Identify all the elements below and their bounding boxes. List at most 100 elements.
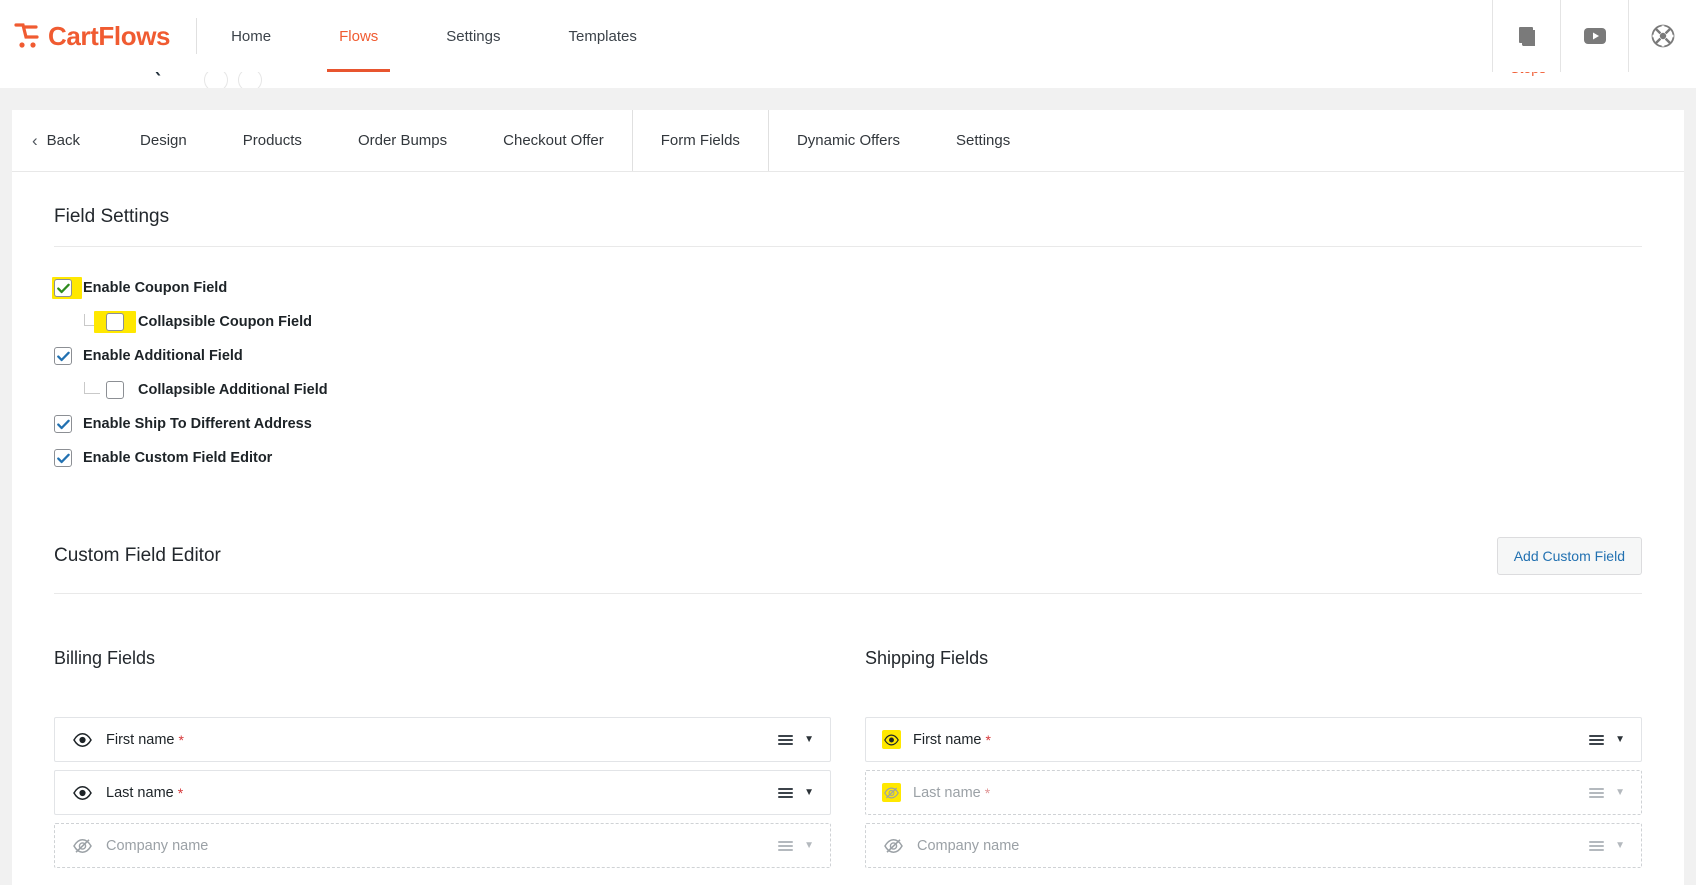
custom-field-editor-title: Custom Field Editor (54, 545, 221, 566)
label-collapsible-coupon-field: Collapsible Coupon Field (138, 314, 312, 330)
row-enable-additional-field[interactable]: Enable Additional Field (54, 339, 1642, 373)
shipping-field-list: First name * ▼ Last name * ▼ Company nam… (865, 717, 1642, 868)
eye-icon[interactable] (882, 730, 901, 749)
top-navigation-bar: CartFlows Home Flows Settings Templates (0, 0, 1696, 72)
label-enable-custom-field-editor: Enable Custom Field Editor (83, 450, 273, 466)
tab-form-fields-label: Form Fields (660, 132, 740, 149)
tab-settings-label: Settings (956, 132, 1011, 149)
nav-item-home[interactable]: Home (197, 0, 305, 72)
flow-title: Checkout (Woo) (30, 72, 225, 77)
checkbox-enable-additional-field[interactable] (54, 347, 72, 365)
chevron-down-icon[interactable]: ▼ (1615, 787, 1625, 798)
nav-item-settings-label: Settings (446, 27, 501, 45)
tab-form-fields[interactable]: Form Fields (631, 110, 769, 171)
flow-badge-2 (238, 72, 262, 88)
billing-row-controls: ▼ (778, 787, 814, 798)
eye-slash-icon[interactable] (73, 836, 92, 855)
checkbox-enable-coupon-field[interactable] (54, 279, 72, 297)
chevron-down-icon[interactable]: ▼ (804, 840, 814, 851)
row-enable-ship-to-different-address[interactable]: Enable Ship To Different Address (54, 407, 1642, 441)
billing-row-company-name[interactable]: Company name ▼ (54, 823, 831, 868)
nav-item-home-label: Home (231, 27, 272, 45)
docs-icon[interactable] (1492, 0, 1560, 72)
drag-handle-icon[interactable] (1589, 840, 1605, 851)
label-collapsible-additional-field: Collapsible Additional Field (138, 382, 328, 398)
flow-badge-1 (204, 72, 228, 88)
required-asterisk: * (178, 731, 184, 748)
flow-step-arrows[interactable]: ‹ › (1597, 72, 1678, 76)
tab-design-label: Design (140, 132, 187, 149)
shipping-row-company-name[interactable]: Company name ▼ (865, 823, 1642, 868)
required-asterisk: * (984, 784, 991, 801)
checkbox-enable-ship-to-different-address[interactable] (54, 415, 72, 433)
support-icon[interactable] (1628, 0, 1696, 72)
shipping-row-controls: ▼ (1589, 734, 1625, 745)
drag-handle-icon[interactable] (778, 840, 794, 851)
top-icon-group (1492, 0, 1696, 72)
tab-checkout-offer[interactable]: Checkout Offer (475, 110, 632, 171)
billing-fields-title: Billing Fields (54, 648, 156, 668)
brand[interactable]: CartFlows (0, 0, 196, 72)
tab-products[interactable]: Products (215, 110, 330, 171)
shipping-first-name-label: First name (913, 731, 982, 748)
add-custom-field-button[interactable]: Add Custom Field (1496, 537, 1642, 575)
tab-dynamic-offers-label: Dynamic Offers (796, 132, 901, 149)
drag-handle-icon[interactable] (1589, 787, 1605, 798)
eye-icon[interactable] (73, 783, 92, 802)
chevron-down-icon[interactable]: ▼ (804, 734, 814, 745)
billing-first-name-label: First name (106, 731, 175, 748)
chevron-down-icon[interactable]: ▼ (1615, 840, 1625, 851)
tab-order-bumps-label: Order Bumps (357, 132, 448, 149)
nav-item-settings[interactable]: Settings (412, 0, 534, 72)
tab-order-bumps[interactable]: Order Bumps (330, 110, 475, 171)
tree-elbow-icon (84, 381, 100, 394)
drag-handle-icon[interactable] (778, 734, 794, 745)
back-label: Back (46, 132, 81, 149)
row-enable-custom-field-editor[interactable]: Enable Custom Field Editor (54, 441, 1642, 475)
row-collapsible-additional-field[interactable]: Collapsible Additional Field (54, 373, 1642, 407)
field-settings-divider (54, 246, 1642, 247)
shipping-fields-title: Shipping Fields (865, 648, 989, 668)
eye-slash-icon[interactable] (884, 836, 903, 855)
billing-last-name-label: Last name (106, 784, 174, 801)
eye-slash-icon[interactable] (882, 783, 901, 802)
tab-design[interactable]: Design (102, 110, 215, 171)
custom-field-editor-divider (54, 593, 1642, 594)
chevron-down-icon[interactable]: ▼ (804, 787, 814, 798)
label-enable-ship-to-different-address: Enable Ship To Different Address (83, 416, 312, 432)
tab-dynamic-offers[interactable]: Dynamic Offers (769, 110, 928, 171)
checkbox-collapsible-additional-field[interactable] (106, 381, 124, 399)
field-settings-title: Field Settings (54, 206, 170, 227)
shipping-row-first-name[interactable]: First name * ▼ (865, 717, 1642, 762)
youtube-icon[interactable] (1560, 0, 1628, 72)
billing-fields-column: Billing Fields First name * ▼ Last name … (54, 648, 831, 868)
highlight-marker-collapsible-coupon (94, 311, 136, 333)
required-asterisk: * (177, 784, 184, 801)
shipping-last-name-label: Last name (913, 784, 981, 801)
nav-item-flows[interactable]: Flows (305, 0, 412, 72)
form-fields-panel: Field Settings Enable Coupon Field Colla… (12, 172, 1684, 885)
shipping-row-last-name[interactable]: Last name * ▼ (865, 770, 1642, 815)
nav-item-templates[interactable]: Templates (534, 0, 670, 72)
chevron-down-icon[interactable]: ▼ (1615, 734, 1625, 745)
cart-logo-icon (14, 21, 40, 51)
eye-icon[interactable] (73, 730, 92, 749)
back-button[interactable]: ‹ Back (12, 110, 102, 171)
row-collapsible-coupon-field[interactable]: Collapsible Coupon Field (54, 305, 1642, 339)
checkbox-enable-custom-field-editor[interactable] (54, 449, 72, 467)
required-asterisk: * (985, 731, 991, 748)
row-enable-coupon-field[interactable]: Enable Coupon Field (52, 271, 1642, 305)
drag-handle-icon[interactable] (1589, 734, 1605, 745)
label-enable-coupon-field: Enable Coupon Field (83, 280, 228, 296)
tab-settings[interactable]: Settings (928, 110, 1038, 171)
billing-row-controls: ▼ (778, 840, 814, 851)
chevron-left-icon: ‹ (32, 131, 38, 150)
checkbox-collapsible-coupon-field[interactable] (106, 313, 124, 331)
flow-header-steps-label: Steps (1510, 72, 1546, 76)
billing-row-last-name[interactable]: Last name * ▼ (54, 770, 831, 815)
billing-row-first-name[interactable]: First name * ▼ (54, 717, 831, 762)
tab-checkout-offer-label: Checkout Offer (503, 132, 604, 149)
primary-nav: Home Flows Settings Templates (197, 0, 671, 72)
drag-handle-icon[interactable] (778, 787, 794, 798)
